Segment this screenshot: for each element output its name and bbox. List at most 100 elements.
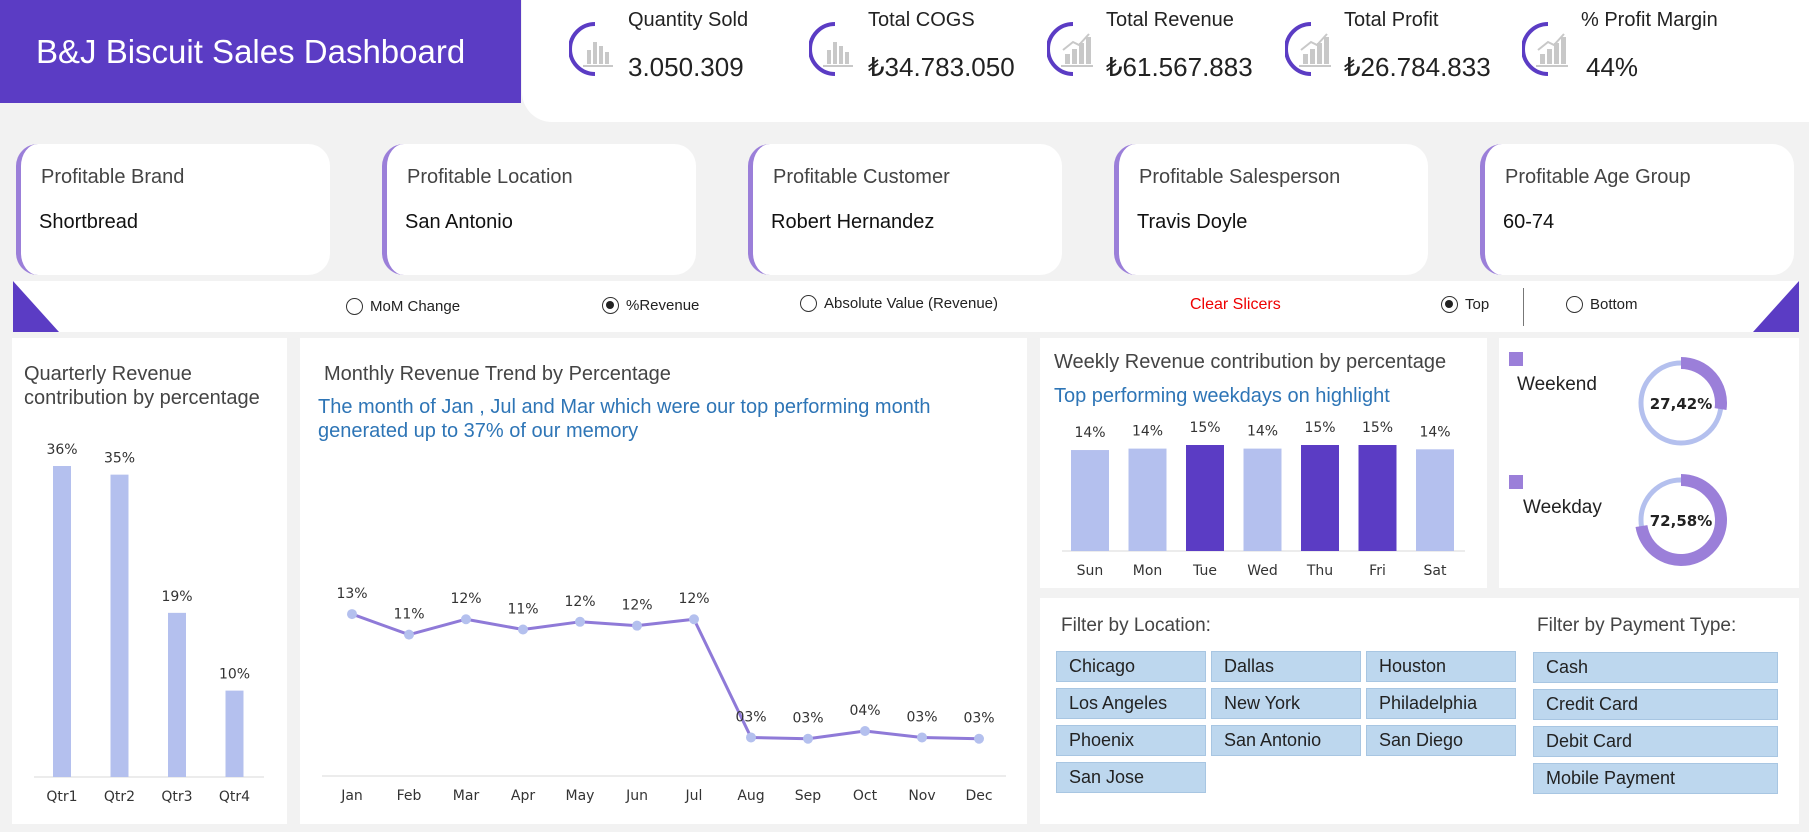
dashboard-title: B&J Biscuit Sales Dashboard bbox=[0, 0, 521, 103]
x-tick-label: Thu bbox=[1306, 563, 1333, 579]
corner-triangle-right bbox=[1753, 281, 1799, 332]
clear-slicers-button[interactable]: Clear Slicers bbox=[1190, 296, 1281, 314]
x-tick-label: Nov bbox=[908, 788, 935, 804]
point-nov bbox=[917, 732, 927, 743]
filter-location-new-york[interactable]: New York bbox=[1211, 688, 1361, 719]
filter-location-san-diego[interactable]: San Diego bbox=[1366, 725, 1516, 756]
bar-qtr2 bbox=[110, 474, 129, 777]
data-label: 03% bbox=[792, 711, 823, 727]
radio-dot-selected bbox=[1441, 296, 1458, 313]
card-label: Profitable Age Group bbox=[1505, 166, 1691, 188]
x-tick-label: Sun bbox=[1077, 563, 1104, 579]
filter-location-chicago[interactable]: Chicago bbox=[1056, 651, 1206, 682]
x-tick-label: May bbox=[566, 788, 595, 804]
data-label: 14% bbox=[1074, 425, 1105, 441]
filter-location-san-antonio[interactable]: San Antonio bbox=[1211, 725, 1361, 756]
weekend-weekday-donuts: 27,42% 72,58% bbox=[1635, 357, 1727, 566]
data-label: 11% bbox=[507, 602, 538, 618]
profitable-salesperson-card: Profitable Salesperson Travis Doyle bbox=[1114, 144, 1428, 275]
radio-percent-revenue[interactable]: %Revenue bbox=[602, 297, 699, 314]
filter-payment-mobile-payment[interactable]: Mobile Payment bbox=[1533, 763, 1778, 794]
quarterly-bar-chart: 36% Qtr1 35% Qtr2 19% Qtr3 10% Qtr4 bbox=[34, 442, 264, 805]
radio-absolute-value[interactable]: Absolute Value (Revenue) bbox=[800, 295, 998, 312]
x-tick-label: Feb bbox=[397, 788, 422, 804]
filter-location-dallas[interactable]: Dallas bbox=[1211, 651, 1361, 682]
card-value: Travis Doyle bbox=[1137, 211, 1248, 233]
growth-chart-icon bbox=[1047, 22, 1093, 76]
point-apr bbox=[518, 624, 528, 635]
card-value: San Antonio bbox=[405, 211, 513, 233]
radio-label: Bottom bbox=[1590, 296, 1638, 313]
bar-thu bbox=[1301, 445, 1339, 551]
kpi-profit-margin: % Profit Margin 44% bbox=[1522, 0, 1762, 110]
kpi-total-revenue: Total Revenue ₺61.567.883 bbox=[1047, 0, 1287, 110]
x-tick-label: Oct bbox=[853, 788, 878, 804]
bar-qtr4 bbox=[225, 690, 244, 777]
filter-location-los-angeles[interactable]: Los Angeles bbox=[1056, 688, 1206, 719]
filter-location-houston[interactable]: Houston bbox=[1366, 651, 1516, 682]
kpi-total-cogs: Total COGS ₺34.783.050 bbox=[809, 0, 1049, 110]
profitable-customer-card: Profitable Customer Robert Hernandez bbox=[748, 144, 1062, 275]
card-label: Profitable Salesperson bbox=[1139, 166, 1341, 188]
card-label: Profitable Location bbox=[407, 166, 573, 188]
radio-dot bbox=[1566, 296, 1583, 313]
card-value: Shortbread bbox=[39, 211, 138, 233]
point-jan bbox=[347, 609, 357, 620]
data-label: 14% bbox=[1419, 424, 1450, 440]
card-value: Robert Hernandez bbox=[771, 211, 935, 233]
point-oct bbox=[860, 726, 870, 737]
corner-triangle-left bbox=[13, 281, 59, 332]
x-tick-label: Jan bbox=[340, 788, 363, 804]
filter-location-philadelphia[interactable]: Philadelphia bbox=[1366, 688, 1516, 719]
x-tick-label: Qtr1 bbox=[46, 789, 77, 805]
growth-chart-icon bbox=[1285, 22, 1331, 76]
x-tick-label: Mar bbox=[453, 788, 480, 804]
data-label: 15% bbox=[1362, 420, 1393, 436]
kpi-value: 44% bbox=[1586, 52, 1639, 82]
radio-top[interactable]: Top bbox=[1441, 296, 1489, 313]
monthly-line-chart: 13% Jan 11% Feb 12% Mar 11% Apr 12% May 12% Jun 12% J… bbox=[322, 586, 1006, 804]
x-tick-label: Dec bbox=[965, 788, 992, 804]
data-label: 12% bbox=[678, 591, 709, 607]
kpi-label: Quantity Sold bbox=[628, 9, 749, 31]
point-jun bbox=[632, 620, 642, 631]
radio-mom-change[interactable]: MoM Change bbox=[346, 298, 460, 315]
filter-payment-cash[interactable]: Cash bbox=[1533, 652, 1778, 683]
bar-chart-icon bbox=[569, 22, 613, 76]
data-label: 12% bbox=[450, 591, 481, 607]
radio-dot bbox=[800, 295, 817, 312]
data-label: 14% bbox=[1247, 424, 1278, 440]
point-may bbox=[575, 616, 585, 627]
filter-payment-credit-card[interactable]: Credit Card bbox=[1533, 689, 1778, 720]
filter-location-san-jose[interactable]: San Jose bbox=[1056, 762, 1206, 793]
radio-bottom[interactable]: Bottom bbox=[1566, 296, 1638, 313]
kpi-label: Total COGS bbox=[868, 9, 975, 31]
data-label: 12% bbox=[621, 598, 652, 614]
filter-payment-debit-card[interactable]: Debit Card bbox=[1533, 726, 1778, 757]
data-label: 03% bbox=[963, 711, 994, 727]
point-aug bbox=[746, 732, 756, 743]
x-tick-label: Wed bbox=[1247, 563, 1278, 579]
x-tick-label: Sep bbox=[795, 788, 822, 804]
kpi-label: Total Profit bbox=[1344, 9, 1439, 31]
radio-label: MoM Change bbox=[370, 298, 461, 315]
bar-mon bbox=[1128, 448, 1167, 551]
bar-qtr3 bbox=[168, 612, 186, 777]
weekend-donut-value: 27,42% bbox=[1650, 395, 1712, 413]
card-label: Profitable Customer bbox=[773, 166, 950, 188]
bar-sun bbox=[1071, 450, 1109, 551]
point-jul bbox=[689, 614, 699, 625]
point-mar bbox=[461, 614, 471, 625]
x-tick-label: Jul bbox=[685, 788, 703, 804]
weekly-revenue-panel: Weekly Revenue contribution by percentag… bbox=[1040, 338, 1487, 588]
weekend-weekday-panel: Weekend Weekday 27,42% 72,58% bbox=[1499, 338, 1799, 588]
radio-dot-selected bbox=[602, 297, 619, 314]
filter-location-phoenix[interactable]: Phoenix bbox=[1056, 725, 1206, 756]
growth-chart-icon bbox=[1522, 22, 1568, 76]
data-label: 35% bbox=[104, 451, 135, 467]
data-label: 11% bbox=[393, 607, 424, 623]
data-label: 03% bbox=[906, 709, 937, 725]
weekly-bar-chart: 14% Sun 14% Mon 15% Tue 14% Wed 15% Thu 15% Fri 14% S… bbox=[1062, 420, 1465, 579]
point-dec bbox=[974, 733, 984, 744]
data-label: 04% bbox=[849, 703, 880, 719]
